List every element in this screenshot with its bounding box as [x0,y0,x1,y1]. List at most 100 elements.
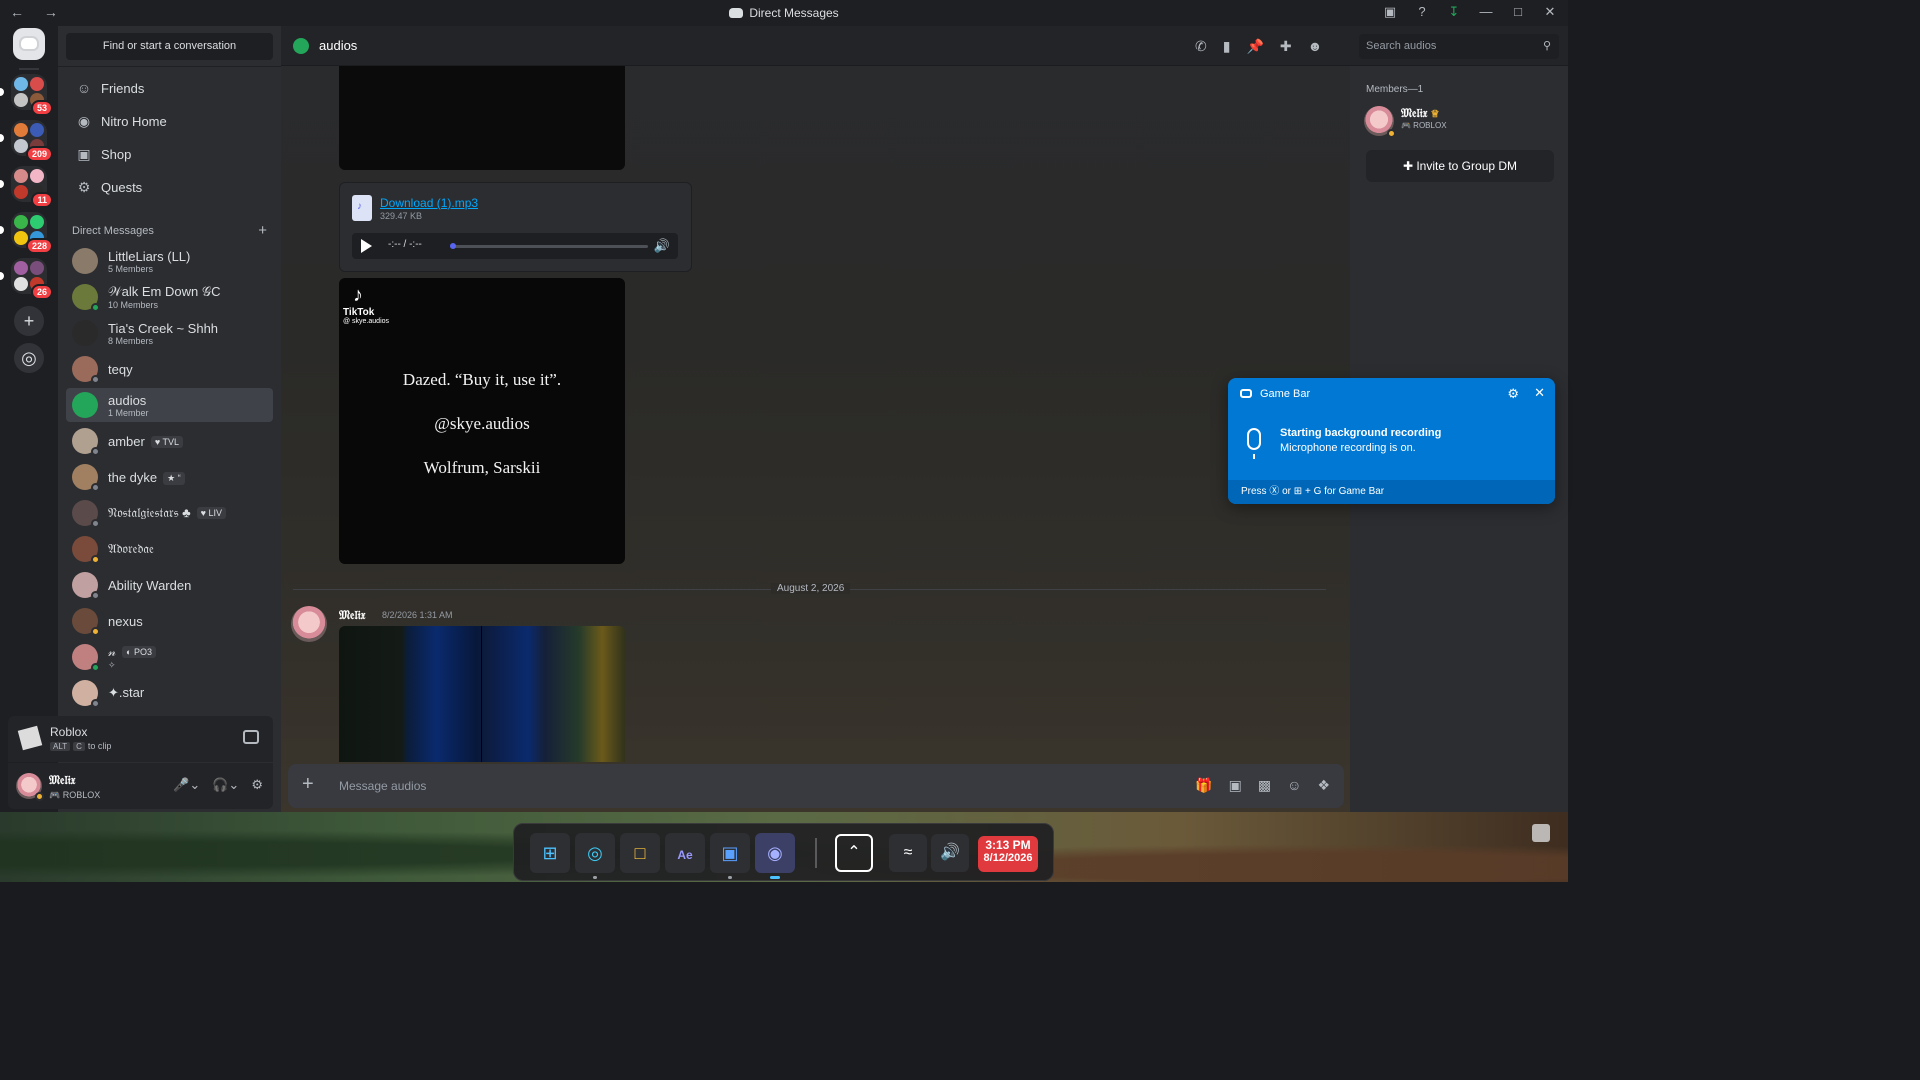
gif-icon[interactable]: ▣ [1229,777,1242,794]
toast-close-icon[interactable]: ✕ [1534,385,1545,401]
dm-item[interactable]: teqy [66,352,273,386]
help-icon[interactable]: ? [1414,4,1430,20]
clip-icon[interactable] [243,730,259,744]
members-header: Members—1 [1366,84,1424,95]
nav-item-shop[interactable]: ▣ Shop [66,139,273,169]
message-image[interactable] [339,626,625,762]
dm-item[interactable]: 𝓃 ◐ PO3 ✧ [66,640,273,674]
after-effects-app[interactable]: Ae [665,833,705,873]
tiktok-video-embed[interactable]: ♪ TikTok @ skye.audios Dazed. “Buy it, u… [339,278,625,564]
dm-meta: Tia's Creek ~ Shhh 8 Members [108,321,218,346]
dm-item[interactable]: Ability Warden [66,568,273,602]
server-folder[interactable]: 228 [11,212,53,254]
server-folder[interactable]: 26 [11,258,53,300]
nav-item-nitro-home[interactable]: ◉ Nitro Home [66,106,273,136]
server-folder[interactable]: 53 [11,74,53,116]
search-placeholder: Search audios [1366,40,1437,52]
pin-icon[interactable]: 📌 [1246,38,1263,55]
members-icon[interactable]: ☻ [1308,38,1323,55]
file-explorer-app[interactable]: □ [620,833,660,873]
gift-icon[interactable]: 🎁 [1195,777,1212,794]
show-hidden-icons-button[interactable]: ⌃ [835,834,873,872]
member-name: 𝔐𝔢𝔩𝔦𝔵 ♕ [1401,106,1440,121]
dm-item[interactable]: LittleLiars (LL) 5 Members [66,244,273,278]
desktop-icon[interactable] [1532,824,1550,842]
volume-icon[interactable]: 🔊 [654,238,670,254]
dm-item[interactable]: ✦.star [66,676,273,710]
emoji-icon[interactable]: ☺ [1287,777,1301,794]
activity-panel: Roblox ALT Cto clip [8,716,273,762]
audio-progress-bar[interactable] [450,243,648,249]
avatar[interactable] [16,773,44,801]
inbox-icon[interactable]: ▣ [1382,4,1398,20]
home-button[interactable] [13,28,45,60]
discover-button[interactable]: ◎ [14,343,44,373]
toast-settings-icon[interactable]: ⚙ [1507,386,1519,402]
server-folder[interactable]: 209 [11,120,53,162]
dm-item[interactable]: 𝒲alk Em Down 𝒢C 10 Members [66,280,273,314]
system-clock[interactable]: 3:13 PM 8/12/2026 [978,836,1038,872]
volume-icon[interactable]: 🔊 [931,834,969,872]
search-input[interactable]: Search audios ⚲ [1359,34,1559,59]
video-icon[interactable]: ▮ [1223,38,1231,55]
dm-name-row: ✦.star [108,685,144,701]
dm-item[interactable]: the dyke ★ “ [66,460,273,494]
attach-plus-icon[interactable]: + [302,774,314,794]
taskbar-separator [815,838,817,868]
minimize-icon[interactable]: — [1478,4,1494,20]
discord-app[interactable]: ◉ [755,833,795,879]
dm-item[interactable]: 𝔄𝔡𝔬𝔯𝔢𝔡𝔞𝔢 [66,532,273,566]
after-effects-icon: Ae [677,848,693,862]
start-button[interactable]: ⊞ [530,833,570,873]
dm-item[interactable]: nexus [66,604,273,638]
server-folder[interactable]: 11 [11,166,53,208]
toast-title: Game Bar [1260,388,1311,400]
folder-icon: □ [634,843,646,863]
apps-icon[interactable]: ❖ [1317,777,1330,794]
dm-item[interactable]: Tia's Creek ~ Shhh 8 Members [66,316,273,350]
composer-placeholder: Message audios [339,779,427,793]
invite-to-group-button[interactable]: ✚ Invite to Group DM [1366,150,1554,182]
message-avatar[interactable] [291,606,327,642]
microphone-icon[interactable]: 🎤⌄ [173,777,200,793]
dm-header: Direct Messages + [72,223,267,238]
roblox-app[interactable]: ▣ [710,833,750,879]
mention-badge: 11 [31,192,53,208]
window-title: Direct Messages [0,6,1568,20]
dm-name-row: LittleLiars (LL) [108,249,190,264]
message-composer[interactable]: + Message audios 🎁 ▣ ▩ ☺ ❖ [288,764,1344,808]
nav-item-friends[interactable]: ☺ Friends [66,73,273,103]
maximize-icon[interactable]: □ [1510,4,1526,20]
windows-logo-icon: ⊞ [542,843,558,863]
dm-meta: 𝔑𝔬𝔰𝔱𝔞𝔩𝔤𝔦𝔢𝔰𝔱𝔞𝔯𝔰 ♣ ♥ LIV [108,505,227,521]
call-icon[interactable]: ✆ [1195,38,1207,55]
dm-item[interactable]: audios 1 Member [66,388,273,422]
dm-item[interactable]: amber ♥ TVL [66,424,273,458]
add-server-button[interactable]: + [14,306,44,336]
create-dm-icon[interactable]: + [258,223,267,238]
headphones-icon[interactable]: 🎧⌄ [212,777,239,793]
download-icon[interactable]: ↧ [1446,4,1462,20]
settings-gear-icon[interactable]: ⚙ [251,777,263,793]
close-icon[interactable]: ✕ [1542,4,1558,20]
add-friend-icon[interactable]: ✚ [1280,38,1292,55]
server-icon [30,169,44,183]
mention-badge: 53 [30,100,53,116]
discord-logo-icon [729,8,744,18]
dm-meta: the dyke ★ “ [108,470,185,485]
key-alt: ALT [50,742,71,751]
audio-filename-link[interactable]: Download (1).mp3 [380,196,478,210]
message-author[interactable]: 𝔐𝔢𝔩𝔦𝔵 [339,608,366,623]
avatar [72,464,100,492]
image-attachment[interactable] [339,66,625,170]
play-icon[interactable] [361,239,372,253]
unread-pill [0,88,4,96]
dm-item[interactable]: 𝔑𝔬𝔰𝔱𝔞𝔩𝔤𝔦𝔢𝔰𝔱𝔞𝔯𝔰 ♣ ♥ LIV [66,496,273,530]
wifi-icon[interactable]: ≈ [889,834,927,872]
edge-app[interactable]: ◎ [575,833,615,879]
find-conversation-button[interactable]: Find or start a conversation [66,33,273,60]
game-bar-notification[interactable]: Game Bar ⚙ ✕ Starting background recordi… [1228,378,1555,504]
sticker-icon[interactable]: ▩ [1258,777,1271,794]
nav-item-quests[interactable]: ⚙ Quests [66,172,273,202]
member-item[interactable]: 𝔐𝔢𝔩𝔦𝔵 ♕ 🎮 ROBLOX [1364,104,1554,138]
